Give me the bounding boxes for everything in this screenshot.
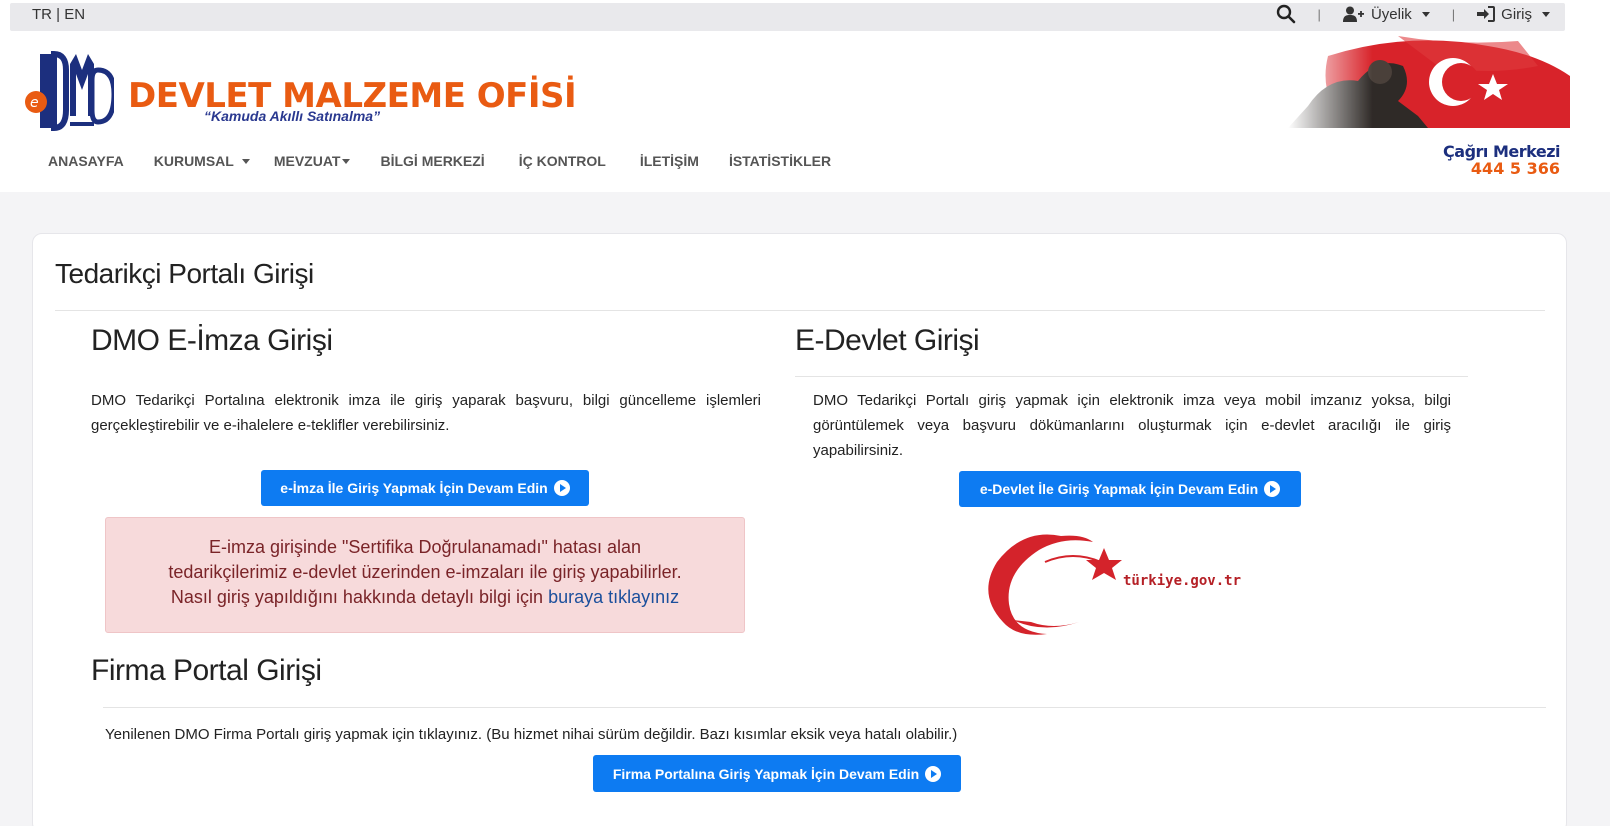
call-center[interactable]: Çağrı Merkezi 444 5 366	[1443, 143, 1560, 177]
nav-ic-kontrol[interactable]: İÇ KONTROL	[519, 153, 606, 169]
chevron-down-icon	[241, 158, 250, 164]
nav-label: İÇ KONTROL	[518, 153, 606, 169]
firma-title: Firma Portal Girişi	[91, 654, 322, 687]
alert-line-3: Nasıl giriş yapıldığını hakkında detaylı…	[170, 587, 544, 607]
certificate-error-alert: E-imza girişinde "Sertifika Doğrulanamad…	[105, 517, 745, 633]
nav-label: KURUMSAL	[153, 153, 234, 169]
search-button[interactable]	[1276, 4, 1296, 24]
call-center-number: 444 5 366	[1470, 159, 1560, 178]
chevron-down-icon	[1421, 11, 1430, 17]
chevron-down-icon	[342, 158, 351, 164]
alert-line-1: E-imza girişinde "Sertifika Doğrulanamad…	[209, 537, 641, 557]
brand-slogan: “Kamuda Akıllı Satınalma”	[204, 108, 381, 124]
eimza-login-label: e-İmza İle Giriş Yapmak İçin Devam Edin	[280, 480, 548, 496]
search-icon	[1276, 4, 1295, 24]
call-center-title: Çağrı Merkezi	[1443, 142, 1560, 161]
top-separator: |	[1451, 6, 1456, 22]
giris-label: Giriş	[1501, 5, 1532, 23]
nav-label: İSTATİSTİKLER	[728, 153, 832, 169]
uyelik-label: Üyelik	[1370, 5, 1412, 23]
user-plus-icon	[1342, 6, 1364, 22]
chevron-down-icon	[1542, 11, 1550, 17]
nav-anasayfa[interactable]: ANASAYFA	[48, 153, 124, 169]
supplier-portal-card: Tedarikçi Portalı Girişi DMO E-İmza Giri…	[32, 233, 1567, 826]
eimza-description: DMO Tedarikçi Portalına elektronik imza …	[91, 392, 761, 434]
edevlet-login-button[interactable]: e-Devlet İle Giriş Yapmak İçin Devam Edi…	[959, 471, 1301, 507]
arrow-circle-right-icon	[1264, 481, 1281, 497]
arrow-circle-right-icon	[553, 480, 570, 496]
nav-kurumsal[interactable]: KURUMSAL	[154, 153, 250, 169]
sign-in-icon	[1477, 6, 1496, 22]
nav-bilgi-merkezi[interactable]: BİLGİ MERKEZİ	[380, 153, 484, 169]
main-nav: ANASAYFA KURUMSAL MEVZUAT BİLGİ MERKEZİ …	[48, 153, 861, 169]
nav-label: ANASAYFA	[48, 153, 124, 169]
eimza-login-button[interactable]: e-İmza İle Giriş Yapmak İçin Devam Edin	[261, 470, 589, 506]
edevlet-login-label: e-Devlet İle Giriş Yapmak İçin Devam Edi…	[979, 481, 1259, 497]
firma-portal-button[interactable]: Firma Portalına Giriş Yapmak İçin Devam …	[593, 755, 961, 792]
top-right-menu: | Üyelik | Giriş	[1276, 4, 1550, 24]
nav-istatistikler[interactable]: İSTATİSTİKLER	[729, 153, 831, 169]
edevlet-description: DMO Tedarikçi Portalı giriş yapmak için …	[813, 392, 1451, 459]
edevlet-title: E-Devlet Girişi	[795, 324, 980, 357]
svg-text:e: e	[30, 95, 39, 111]
page-title: Tedarikçi Portalı Girişi	[55, 258, 314, 289]
eimza-title: DMO E-İmza Girişi	[91, 324, 333, 357]
top-separator: |	[1317, 6, 1321, 22]
turkiye-gov-logo[interactable]: türkiye.gov.tr	[983, 522, 1283, 640]
dmo-logo[interactable]: e	[24, 50, 114, 134]
top-bar: TR | EN | Üyelik | Giriş	[0, 0, 1610, 32]
lang-en-link[interactable]: EN	[64, 6, 85, 23]
site-header: e DEVLET MALZEME OFİSİ “Kamuda Akıllı Sa…	[0, 32, 1610, 192]
divider	[795, 376, 1468, 377]
divider	[103, 707, 1546, 708]
nav-label: BİLGİ MERKEZİ	[380, 153, 485, 169]
firma-description: Yenilenen DMO Firma Portalı giriş yapmak…	[105, 726, 958, 743]
nav-label: İLETİŞİM	[639, 153, 699, 169]
alert-help-link[interactable]: buraya tıklayınız	[548, 587, 679, 607]
alert-line-2: tedarikçilerimiz e-devlet üzerinden e-im…	[168, 562, 682, 582]
giris-dropdown[interactable]: Giriş	[1477, 6, 1550, 23]
nav-mevzuat[interactable]: MEVZUAT	[274, 153, 351, 169]
lang-separator: |	[56, 6, 61, 23]
turkiye-gov-label: türkiye.gov.tr	[1123, 573, 1241, 589]
firma-portal-label: Firma Portalına Giriş Yapmak İçin Devam …	[612, 765, 920, 782]
ataturk-flag-banner-image	[1288, 36, 1570, 128]
divider	[55, 310, 1545, 311]
language-switcher: TR | EN	[32, 6, 85, 23]
nav-iletisim[interactable]: İLETİŞİM	[640, 153, 699, 169]
lang-tr-link[interactable]: TR	[32, 6, 52, 23]
nav-label: MEVZUAT	[273, 153, 341, 169]
arrow-circle-right-icon	[925, 765, 942, 782]
uyelik-dropdown[interactable]: Üyelik	[1342, 5, 1430, 23]
